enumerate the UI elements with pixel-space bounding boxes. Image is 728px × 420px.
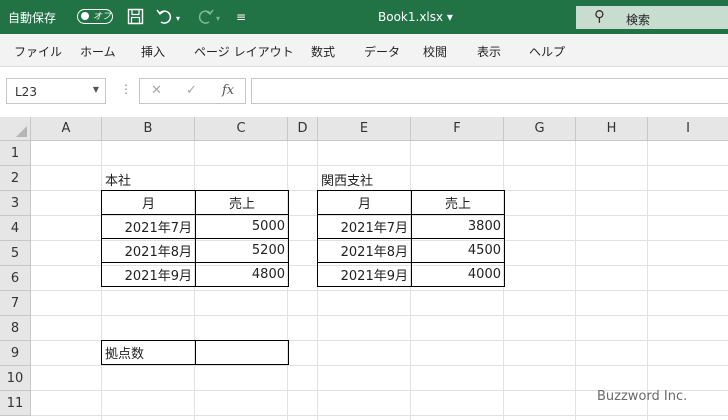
row-header-11[interactable]: 11 (0, 391, 31, 416)
more-icon[interactable]: ⋮ (120, 82, 132, 96)
row-header-9[interactable]: 9 (0, 341, 31, 366)
kansai-table: 月 売上 2021年7月 3800 2021年8月 4500 2021年9月 4… (317, 190, 505, 287)
row-header-4[interactable]: 4 (0, 216, 31, 241)
row-header-8[interactable]: 8 (0, 316, 31, 341)
table-cell-sales[interactable]: 4000 (411, 262, 505, 287)
autosave-state: オフ (93, 12, 112, 22)
column-header-e[interactable]: E (318, 117, 411, 141)
table-header-cell[interactable]: 売上 (195, 190, 289, 215)
table-header-cell[interactable]: 月 (317, 190, 412, 215)
table-cell-month[interactable]: 2021年8月 (317, 238, 412, 263)
insert-function-icon[interactable]: fx (222, 83, 234, 98)
redo-icon[interactable] (196, 8, 214, 28)
tab-insert[interactable]: 挿入 (141, 43, 165, 60)
ribbon-tabs: ファイル ホーム 挿入 ページ レイアウト 数式 データ 校閲 表示 ヘルプ (0, 34, 728, 67)
tab-view[interactable]: 表示 (477, 43, 501, 60)
customize-toolbar-icon[interactable]: ≡ (236, 9, 246, 25)
autosave-label: 自動保存 (8, 11, 57, 25)
table-cell-sales[interactable]: 4800 (195, 262, 289, 287)
tab-help[interactable]: ヘルプ (529, 43, 565, 60)
save-icon[interactable] (127, 8, 144, 28)
formula-controls: ✕ ✓ fx (139, 78, 246, 104)
enter-icon[interactable]: ✓ (186, 83, 197, 98)
table-cell-sales[interactable]: 3800 (411, 214, 505, 239)
column-header-b[interactable]: B (102, 117, 195, 141)
row-header-7[interactable]: 7 (0, 291, 31, 316)
tab-data[interactable]: データ (364, 43, 400, 60)
column-header-g[interactable]: G (504, 117, 576, 141)
kyoten-value-cell[interactable] (195, 340, 289, 365)
name-box[interactable]: L23 ▼ (6, 78, 106, 104)
redo-dropdown-icon[interactable]: ▾ (216, 11, 220, 27)
title-bar: 自動保存 オフ ▾ ▾ ≡ Book1.xlsx ▾ ⚲ 検索 (0, 0, 728, 34)
cancel-icon[interactable]: ✕ (151, 83, 162, 98)
grid-line (31, 315, 728, 316)
row-header-1[interactable]: 1 (0, 141, 31, 166)
file-name[interactable]: Book1.xlsx ▾ (378, 10, 453, 24)
tab-formulas[interactable]: 数式 (311, 43, 335, 60)
name-box-value: L23 (15, 85, 37, 99)
table-cell-month[interactable]: 2021年7月 (101, 214, 196, 239)
search-box[interactable]: ⚲ 検索 (576, 6, 728, 29)
tab-page-layout[interactable]: ページ レイアウト (194, 43, 294, 60)
autosave-toggle[interactable]: オフ (77, 9, 113, 24)
column-header-a[interactable]: A (31, 117, 102, 141)
table-cell-month[interactable]: 2021年7月 (317, 214, 412, 239)
table-cell-sales[interactable]: 5000 (195, 214, 289, 239)
row-header-10[interactable]: 10 (0, 366, 31, 391)
select-all-triangle (16, 126, 27, 137)
formula-bar-area: L23 ▼ ⋮ ✕ ✓ fx (0, 67, 728, 117)
grid-line (31, 415, 728, 416)
column-header-d[interactable]: D (288, 117, 318, 141)
table-cell-month[interactable]: 2021年8月 (101, 238, 196, 263)
row-header-3[interactable]: 3 (0, 191, 31, 216)
search-label: 検索 (626, 13, 651, 27)
search-icon: ⚲ (594, 7, 605, 25)
kansai-title-cell[interactable]: 関西支社 (321, 170, 373, 189)
chevron-down-icon[interactable]: ▼ (93, 85, 99, 94)
column-header-i[interactable]: I (648, 117, 728, 141)
grid-line (575, 141, 576, 420)
tab-review[interactable]: 校閲 (423, 43, 447, 60)
table-cell-month[interactable]: 2021年9月 (317, 262, 412, 287)
watermark: Buzzword Inc. (597, 389, 688, 404)
table-header-cell[interactable]: 月 (101, 190, 196, 215)
row-header-6[interactable]: 6 (0, 266, 31, 291)
toggle-knob (81, 12, 89, 20)
grid-line (31, 365, 728, 366)
honsha-table: 月 売上 2021年7月 5000 2021年8月 5200 2021年9月 4… (101, 190, 289, 287)
table-cell-month[interactable]: 2021年9月 (101, 262, 196, 287)
grid-line (31, 290, 728, 291)
kyoten-table: 拠点数 (101, 340, 289, 365)
column-header-c[interactable]: C (195, 117, 288, 141)
row-header-2[interactable]: 2 (0, 166, 31, 191)
grid-line (31, 165, 728, 166)
column-header-h[interactable]: H (576, 117, 648, 141)
tab-file[interactable]: ファイル (14, 43, 62, 60)
tab-home[interactable]: ホーム (80, 43, 116, 60)
column-header-f[interactable]: F (411, 117, 504, 141)
select-all-corner[interactable] (0, 117, 31, 141)
table-cell-sales[interactable]: 4500 (411, 238, 505, 263)
grid-line (647, 141, 648, 420)
kyoten-label-cell[interactable]: 拠点数 (101, 340, 196, 365)
undo-dropdown-icon[interactable]: ▾ (176, 11, 180, 27)
row-header-5[interactable]: 5 (0, 241, 31, 266)
table-cell-sales[interactable]: 5200 (195, 238, 289, 263)
formula-input[interactable] (251, 78, 728, 104)
undo-icon[interactable] (156, 8, 174, 28)
table-header-cell[interactable]: 売上 (411, 190, 505, 215)
honsha-title-cell[interactable]: 本社 (105, 170, 131, 189)
